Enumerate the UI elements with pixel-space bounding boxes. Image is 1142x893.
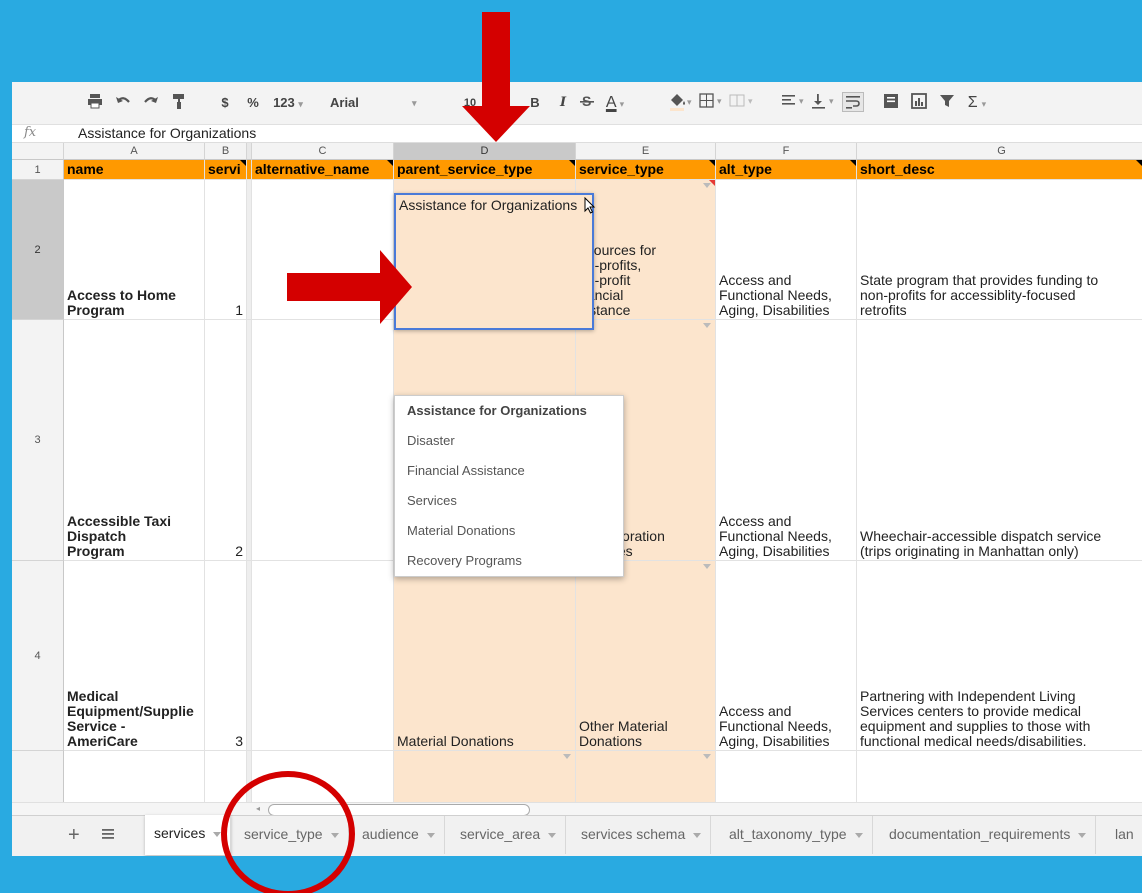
right-arrow-annotation bbox=[287, 250, 412, 324]
annotation-overlay bbox=[221, 12, 530, 893]
down-arrow-annotation bbox=[462, 12, 530, 142]
circle-annotation bbox=[221, 771, 355, 893]
